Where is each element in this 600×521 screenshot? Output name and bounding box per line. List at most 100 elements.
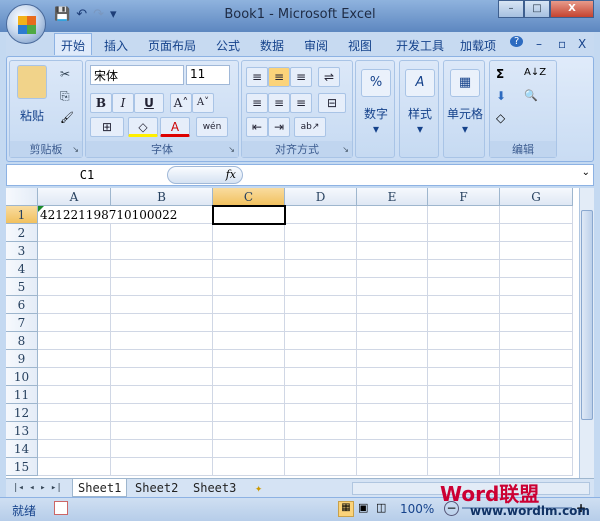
fill-color-button[interactable]: ◇ <box>128 117 158 137</box>
cell-G4[interactable] <box>500 260 573 278</box>
cell-E4[interactable] <box>357 260 428 278</box>
cell-D8[interactable] <box>285 332 357 350</box>
cell-C10[interactable] <box>213 368 285 386</box>
cell-A14[interactable] <box>38 440 111 458</box>
cell-E10[interactable] <box>357 368 428 386</box>
cell-B3[interactable] <box>111 242 213 260</box>
bold-button[interactable]: B <box>90 93 112 113</box>
cell-D4[interactable] <box>285 260 357 278</box>
zoom-level[interactable]: 100% <box>400 502 434 516</box>
cell-B7[interactable] <box>111 314 213 332</box>
cell-C5[interactable] <box>213 278 285 296</box>
cell-F6[interactable] <box>428 296 500 314</box>
sheet-tab-1[interactable]: Sheet1 <box>72 479 128 497</box>
cell-E15[interactable] <box>357 458 428 476</box>
cells-group[interactable]: ▦ 单元格 ▾ <box>443 60 485 158</box>
page-break-view-icon[interactable]: ◫ <box>376 501 386 514</box>
cell-C7[interactable] <box>213 314 285 332</box>
cell-C15[interactable] <box>213 458 285 476</box>
tab-data[interactable]: 数据 <box>254 35 290 56</box>
row-header-11[interactable]: 11 <box>6 386 38 404</box>
dialog-launcher-icon[interactable]: ↘ <box>228 145 235 154</box>
number-button[interactable]: % 数字 ▾ <box>356 69 396 136</box>
sheet-tab-2[interactable]: Sheet2 <box>130 479 183 497</box>
cell-C11[interactable] <box>213 386 285 404</box>
align-right-button[interactable]: ≡ <box>290 93 312 113</box>
cell-D3[interactable] <box>285 242 357 260</box>
insert-function-button[interactable]: fx <box>167 166 243 184</box>
cell-A10[interactable] <box>38 368 111 386</box>
cell-F3[interactable] <box>428 242 500 260</box>
tab-view[interactable]: 视图 <box>342 35 378 56</box>
align-top-button[interactable]: ≡ <box>246 67 268 87</box>
cell-F12[interactable] <box>428 404 500 422</box>
cell-F15[interactable] <box>428 458 500 476</box>
cell-F4[interactable] <box>428 260 500 278</box>
cell-F8[interactable] <box>428 332 500 350</box>
macro-record-icon[interactable] <box>54 501 68 515</box>
cell-G9[interactable] <box>500 350 573 368</box>
cell-G5[interactable] <box>500 278 573 296</box>
name-box[interactable]: C1 <box>7 165 167 185</box>
cell-C6[interactable] <box>213 296 285 314</box>
increase-indent-button[interactable]: ⇥ <box>268 117 290 137</box>
cell-D1[interactable] <box>285 206 357 224</box>
cell-D13[interactable] <box>285 422 357 440</box>
cell-D9[interactable] <box>285 350 357 368</box>
cell-D6[interactable] <box>285 296 357 314</box>
insert-sheet-icon[interactable]: ✦ <box>250 479 267 497</box>
shrink-font-button[interactable]: A˅ <box>192 93 214 113</box>
row-header-4[interactable]: 4 <box>6 260 38 278</box>
cell-D10[interactable] <box>285 368 357 386</box>
cell-F1[interactable] <box>428 206 500 224</box>
sort-filter-icon[interactable]: A↓Z <box>524 67 546 78</box>
cell-A3[interactable] <box>38 242 111 260</box>
tab-home[interactable]: 开始 <box>54 33 93 55</box>
find-select-icon[interactable]: 🔍 <box>524 89 538 102</box>
cell-G10[interactable] <box>500 368 573 386</box>
cell-E6[interactable] <box>357 296 428 314</box>
dialog-launcher-icon[interactable]: ↘ <box>72 145 79 154</box>
cell-E14[interactable] <box>357 440 428 458</box>
cell-A8[interactable] <box>38 332 111 350</box>
cell-D11[interactable] <box>285 386 357 404</box>
cell-E3[interactable] <box>357 242 428 260</box>
tab-insert[interactable]: 插入 <box>98 35 134 56</box>
cell-C1[interactable] <box>212 205 286 225</box>
tab-developer[interactable]: 开发工具 <box>390 35 450 56</box>
cell-F7[interactable] <box>428 314 500 332</box>
row-header-8[interactable]: 8 <box>6 332 38 350</box>
cell-B10[interactable] <box>111 368 213 386</box>
orientation-button[interactable]: ab↗ <box>294 117 326 137</box>
ribbon-minimize-icon[interactable]: – <box>530 35 548 53</box>
page-layout-view-icon[interactable]: ▣ <box>358 501 368 514</box>
cell-F11[interactable] <box>428 386 500 404</box>
cell-B2[interactable] <box>111 224 213 242</box>
cell-B4[interactable] <box>111 260 213 278</box>
cell-G7[interactable] <box>500 314 573 332</box>
cell-E9[interactable] <box>357 350 428 368</box>
clear-icon[interactable]: ◇ <box>496 111 505 125</box>
row-header-12[interactable]: 12 <box>6 404 38 422</box>
row-header-15[interactable]: 15 <box>6 458 38 476</box>
cell-A6[interactable] <box>38 296 111 314</box>
phonetic-button[interactable]: wén <box>196 117 228 137</box>
cell-A12[interactable] <box>38 404 111 422</box>
column-header-C[interactable]: C <box>213 188 285 206</box>
column-header-F[interactable]: F <box>428 188 500 206</box>
column-header-D[interactable]: D <box>285 188 357 206</box>
row-header-9[interactable]: 9 <box>6 350 38 368</box>
cell-C3[interactable] <box>213 242 285 260</box>
styles-group[interactable]: A 样式 ▾ <box>399 60 439 158</box>
row-header-2[interactable]: 2 <box>6 224 38 242</box>
cell-F9[interactable] <box>428 350 500 368</box>
cell-F13[interactable] <box>428 422 500 440</box>
cell-C4[interactable] <box>213 260 285 278</box>
sheet-nav-icons[interactable]: |◂ ◂ ▸ ▸| <box>8 479 67 497</box>
cell-B9[interactable] <box>111 350 213 368</box>
cell-E13[interactable] <box>357 422 428 440</box>
fill-icon[interactable]: ⬇ <box>496 89 506 103</box>
normal-view-icon[interactable]: ▦ <box>338 501 354 517</box>
tab-formulas[interactable]: 公式 <box>210 35 246 56</box>
font-name-select[interactable]: 宋体 <box>90 65 184 85</box>
